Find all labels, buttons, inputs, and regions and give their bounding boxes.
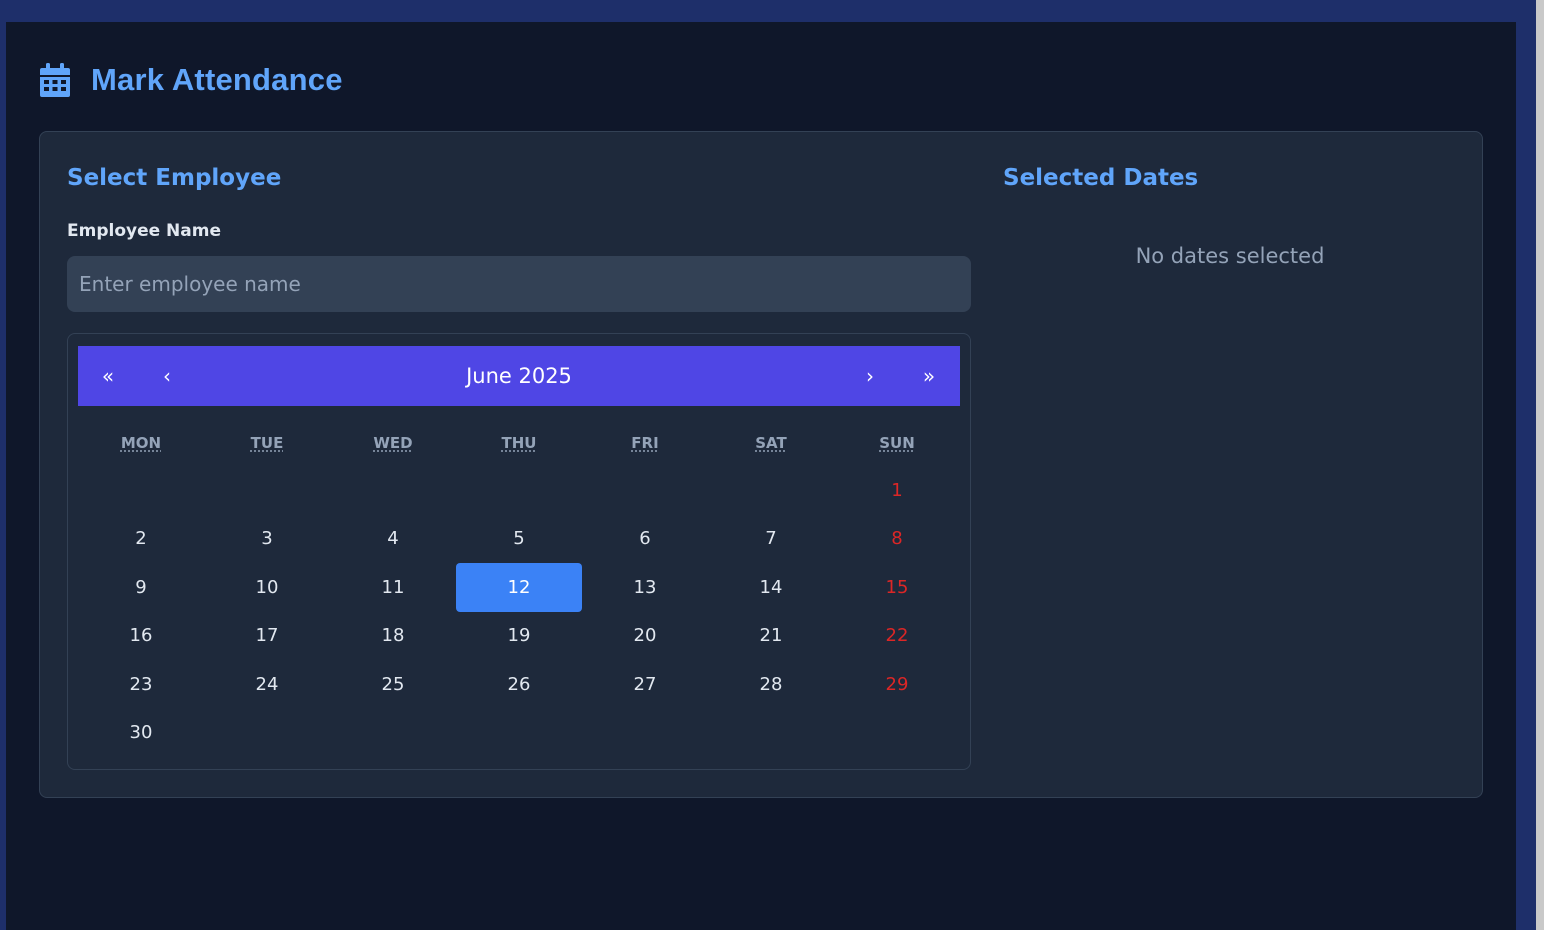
weekday-label: MON bbox=[120, 434, 162, 452]
calendar-month-label: June 2025 bbox=[466, 364, 572, 388]
weekday-label: WED bbox=[373, 434, 413, 452]
employee-name-input[interactable] bbox=[67, 256, 971, 312]
calendar-day[interactable]: 7 bbox=[708, 515, 834, 564]
calendar-day[interactable]: 30 bbox=[78, 709, 204, 758]
window-edge bbox=[1536, 0, 1544, 930]
calendar-day[interactable]: 9 bbox=[78, 563, 204, 612]
calendar-day[interactable]: 10 bbox=[204, 563, 330, 612]
calendar-empty-cell bbox=[456, 466, 582, 515]
calendar-day[interactable]: 25 bbox=[330, 660, 456, 709]
calendar-day[interactable]: 6 bbox=[582, 515, 708, 564]
attendance-card: Select Employee Employee Name June 2025 … bbox=[39, 131, 1483, 798]
next-year-button[interactable]: » bbox=[909, 346, 949, 406]
calendar-day[interactable]: 3 bbox=[204, 515, 330, 564]
calendar-day[interactable]: 8 bbox=[834, 515, 960, 564]
calendar-day[interactable]: 20 bbox=[582, 612, 708, 661]
calendar-day[interactable]: 23 bbox=[78, 660, 204, 709]
page-header: Mark Attendance bbox=[40, 60, 343, 100]
calendar-day[interactable]: 16 bbox=[78, 612, 204, 661]
calendar-days-grid: 1 2 3 4 5 6 7 8 9 10 11 12 13 14 15 16 17 18 19 20 21 22 23 24 2… bbox=[78, 466, 960, 757]
weekday-label: TUE bbox=[250, 434, 284, 452]
calendar-icon bbox=[40, 63, 70, 97]
calendar-day[interactable]: 4 bbox=[330, 515, 456, 564]
calendar-day[interactable]: 27 bbox=[582, 660, 708, 709]
prev-month-button[interactable]: ‹ bbox=[147, 346, 187, 406]
next-month-button[interactable]: › bbox=[850, 346, 890, 406]
calendar-day[interactable]: 17 bbox=[204, 612, 330, 661]
calendar-day[interactable]: 2 bbox=[78, 515, 204, 564]
calendar-day[interactable]: 5 bbox=[456, 515, 582, 564]
calendar-day[interactable]: 15 bbox=[834, 563, 960, 612]
weekday-label: SUN bbox=[879, 434, 915, 452]
calendar-day[interactable]: 21 bbox=[708, 612, 834, 661]
calendar-empty-cell bbox=[708, 466, 834, 515]
calendar-nav: June 2025 « ‹ › » bbox=[78, 346, 960, 406]
calendar-empty-cell bbox=[330, 466, 456, 515]
weekday-label: FRI bbox=[631, 434, 659, 452]
calendar-day[interactable]: 13 bbox=[582, 563, 708, 612]
calendar-empty-cell bbox=[78, 466, 204, 515]
weekday-header: MON TUE WED THU FRI SAT SUN bbox=[78, 434, 960, 452]
no-dates-message: No dates selected bbox=[1135, 244, 1325, 268]
calendar-empty-cell bbox=[204, 466, 330, 515]
calendar: June 2025 « ‹ › » MON TUE WED THU FRI SA… bbox=[67, 333, 971, 770]
weekday-label: THU bbox=[501, 434, 537, 452]
calendar-day[interactable]: 1 bbox=[834, 466, 960, 515]
calendar-day[interactable]: 12 bbox=[456, 563, 582, 612]
calendar-day[interactable]: 11 bbox=[330, 563, 456, 612]
prev-year-button[interactable]: « bbox=[88, 346, 128, 406]
calendar-day[interactable]: 22 bbox=[834, 612, 960, 661]
page-title: Mark Attendance bbox=[91, 62, 343, 97]
select-employee-title: Select Employee bbox=[67, 165, 282, 191]
calendar-day[interactable]: 26 bbox=[456, 660, 582, 709]
employee-name-label: Employee Name bbox=[67, 221, 222, 241]
calendar-empty-cell bbox=[582, 466, 708, 515]
calendar-day[interactable]: 14 bbox=[708, 563, 834, 612]
calendar-day[interactable]: 28 bbox=[708, 660, 834, 709]
weekday-label: SAT bbox=[755, 434, 787, 452]
calendar-day[interactable]: 18 bbox=[330, 612, 456, 661]
calendar-day[interactable]: 24 bbox=[204, 660, 330, 709]
selected-dates-title: Selected Dates bbox=[1003, 165, 1199, 191]
calendar-day[interactable]: 29 bbox=[834, 660, 960, 709]
calendar-day[interactable]: 19 bbox=[456, 612, 582, 661]
